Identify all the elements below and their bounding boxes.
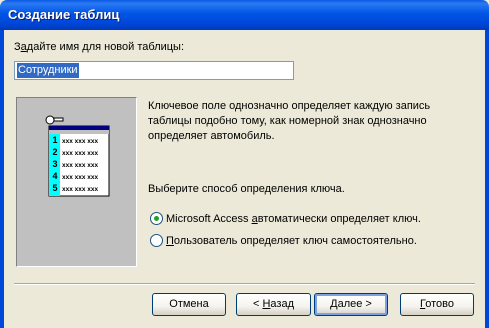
back-button[interactable]: < Назад [236, 293, 311, 316]
finish-button[interactable]: Готово [400, 293, 474, 316]
preview-row-cells: xxx xxx xxx [62, 186, 99, 193]
preview-row-cells: xxx xxx xxx [62, 138, 99, 145]
user-key-option[interactable]: Пользователь определяет ключ самостоятел… [150, 234, 417, 247]
table-name-value: Сотрудники [17, 63, 79, 78]
preview-row-cells: xxx xxx xxx [62, 150, 99, 157]
user-key-radio[interactable] [150, 234, 163, 247]
table-grid-icon: 1 xxx xxx xxx 2 xxx xxx xxx 3 xxx xxx xxx 4 xxx… [48, 125, 110, 197]
preview-row-cells: xxx xxx xxx [62, 162, 99, 169]
choose-key-prompt: Выберите способ определения ключа. [148, 183, 345, 195]
user-key-label: Пользователь определяет ключ самостоятел… [166, 234, 417, 247]
title-bar[interactable]: Создание таблиц [0, 0, 489, 30]
preview-row-number: 1 [53, 135, 58, 145]
preview-row-number: 3 [53, 159, 58, 169]
key-preview-image: 1 xxx xxx xxx 2 xxx xxx xxx 3 xxx xxx xxx 4 xxx… [16, 97, 137, 267]
preview-row-number: 5 [53, 183, 58, 193]
table-name-label: Задайте имя для новой таблицы: [14, 41, 185, 53]
button-separator [14, 283, 475, 285]
key-table-illustration: 1 xxx xxx xxx 2 xxx xxx xxx 3 xxx xxx xxx 4 xxx… [45, 115, 110, 197]
auto-key-radio[interactable] [150, 212, 163, 225]
preview-row-cells: xxx xxx xxx [62, 174, 99, 181]
window-title: Создание таблиц [8, 7, 120, 22]
cancel-button[interactable]: Отмена [152, 293, 226, 316]
preview-row-number: 4 [53, 171, 58, 181]
window-frame-right [485, 30, 489, 328]
next-button[interactable]: Далее > [314, 293, 388, 316]
auto-key-label: Microsoft Access автоматически определяе… [166, 212, 421, 225]
window-frame-left [0, 30, 4, 328]
key-description: Ключевое поле однозначно определяет кажд… [148, 100, 431, 142]
auto-key-option[interactable]: Microsoft Access автоматически определяе… [150, 212, 421, 225]
create-table-dialog: Создание таблиц Задайте имя для новой та… [0, 0, 489, 328]
key-icon [45, 115, 64, 125]
table-name-input[interactable]: Сотрудники [14, 61, 294, 80]
preview-row-number: 2 [53, 147, 58, 157]
